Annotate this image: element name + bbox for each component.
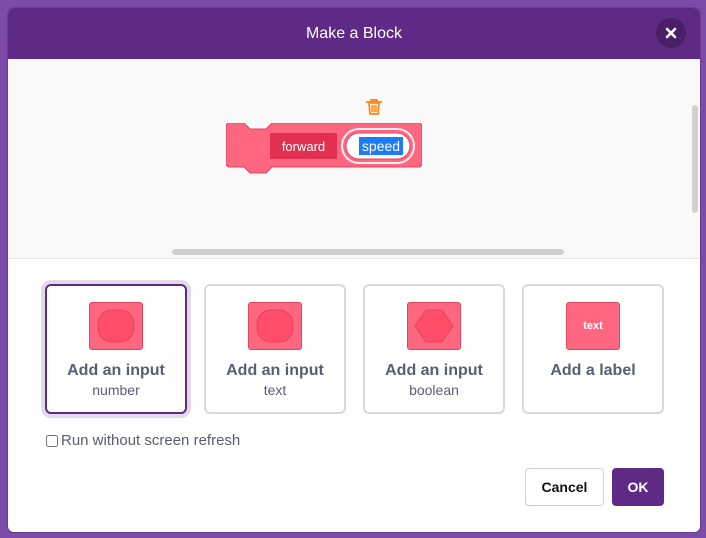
option-title: Add an input [385,362,483,379]
add-text-input-button[interactable]: Add an input text [204,284,346,414]
text-input-icon [248,302,302,350]
add-label-button[interactable]: text Add a label [522,284,664,414]
run-without-refresh-option[interactable]: Run without screen refresh [46,432,240,449]
dialog-title: Make a Block [305,25,403,42]
close-icon [665,27,677,39]
run-without-refresh-label: Run without screen refresh [61,432,241,449]
boolean-input-icon [407,302,461,350]
trash-icon[interactable] [364,97,384,117]
number-input-icon [89,302,143,350]
option-title: Add an input [67,362,165,379]
dialog-header: Make a Block [8,8,700,59]
make-a-block-dialog: Make a Block forward speed Add an input … [8,8,700,532]
cancel-button[interactable]: Cancel [525,468,604,506]
option-subtitle: text [263,382,287,398]
block-workspace[interactable]: forward speed [8,59,700,259]
add-number-input-button[interactable]: Add an input number [45,284,187,414]
label-icon-text: text [583,320,603,332]
block-label: forward [282,139,325,154]
horizontal-scrollbar[interactable] [172,249,564,255]
block-input-value: speed [362,138,400,154]
label-icon: text [566,302,620,350]
custom-block[interactable]: forward speed [226,123,422,179]
option-title: Add an input [226,362,324,379]
ok-button[interactable]: OK [612,468,664,506]
close-button[interactable] [656,18,686,48]
option-subtitle: number [92,382,140,398]
option-subtitle: boolean [409,382,459,398]
option-title: Add a label [550,362,636,379]
add-boolean-input-button[interactable]: Add an input boolean [363,284,505,414]
input-options: Add an input number Add an input text Ad… [45,284,665,414]
vertical-scrollbar[interactable] [692,105,698,213]
run-without-refresh-checkbox[interactable] [46,434,58,447]
